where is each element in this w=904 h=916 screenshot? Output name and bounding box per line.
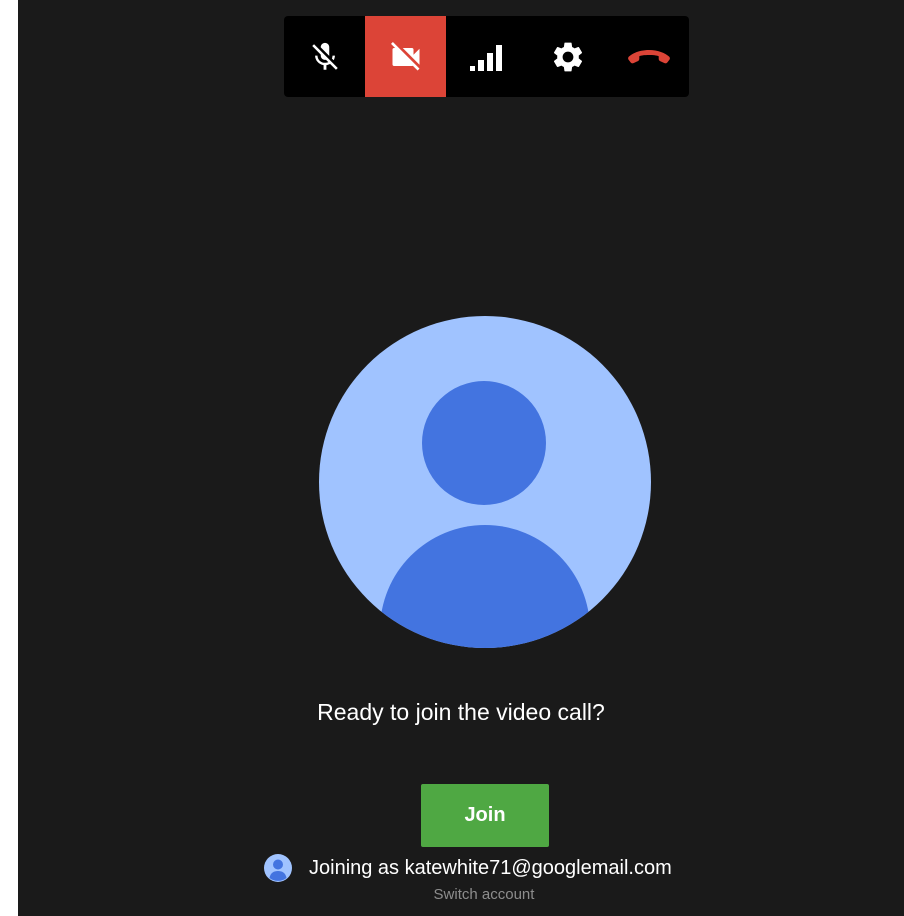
turn-off-camera-button[interactable]	[365, 16, 446, 97]
joining-account-row: Joining as katewhite71@googlemail.com	[264, 853, 672, 883]
connection-quality-button[interactable]	[446, 16, 527, 97]
ready-to-join-prompt: Ready to join the video call?	[317, 699, 605, 725]
avatar-body	[380, 525, 590, 648]
mute-microphone-button[interactable]	[284, 16, 365, 97]
account-avatar-icon	[264, 854, 292, 882]
call-toolbar	[284, 16, 689, 97]
switch-account-link[interactable]: Switch account	[18, 884, 904, 906]
avatar-head	[422, 381, 546, 505]
video-call-lobby: Ready to join the video call? Join Joini…	[18, 0, 904, 916]
hang-up-icon	[627, 49, 670, 63]
mic-off-icon	[311, 42, 338, 70]
hang-up-button[interactable]	[608, 16, 689, 97]
signal-strength-icon	[469, 44, 502, 71]
gear-icon	[553, 42, 582, 71]
join-button[interactable]: Join	[421, 784, 549, 847]
settings-button[interactable]	[527, 16, 608, 97]
video-off-icon	[390, 41, 419, 70]
joining-as-text: Joining as katewhite71@googlemail.com	[309, 856, 672, 879]
participant-avatar	[319, 316, 651, 648]
